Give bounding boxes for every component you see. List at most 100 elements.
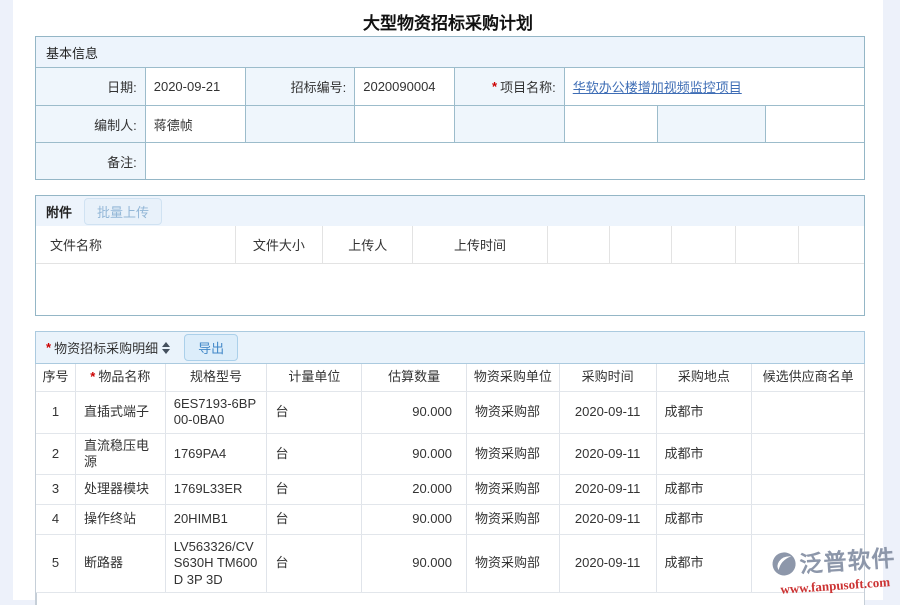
bid-no-value: 2020090004 (355, 68, 455, 105)
cell-unit: 台 (267, 535, 362, 592)
detail-table: 序号 * 物品名称 规格型号 计量单位 估算数量 物资采购单位 采购时间 采购地… (35, 364, 865, 605)
col-model: 规格型号 (166, 364, 268, 391)
creator-label: 编制人: (36, 106, 146, 142)
cell-model: 1769PA4 (166, 434, 268, 475)
cell-suppliers (752, 475, 864, 504)
cell-time: 2020-09-11 (560, 475, 657, 504)
remark-value (146, 143, 864, 179)
basic-info-row-1: 日期: 2020-09-21 招标编号: 2020090004 * 项目名称: … (36, 67, 864, 105)
col-empty (548, 226, 610, 263)
cell-seq: 5 (36, 535, 76, 592)
empty-label-cell (455, 106, 565, 142)
required-asterisk: * (90, 369, 95, 385)
col-upload-time: 上传时间 (413, 226, 548, 263)
batch-upload-button[interactable]: 批量上传 (84, 198, 162, 225)
sort-spinner-icon[interactable] (162, 342, 170, 354)
cell-place: 成都市 (657, 535, 753, 592)
cell-seq: 2 (36, 434, 76, 475)
detail-table-header: 序号 * 物品名称 规格型号 计量单位 估算数量 物资采购单位 采购时间 采购地… (36, 364, 864, 392)
table-row: 2 直流稳压电源 1769PA4 台 90.000 物资采购部 2020-09-… (36, 434, 864, 476)
cell-place: 成都市 (657, 475, 753, 504)
export-button[interactable]: 导出 (184, 334, 238, 361)
page-title: 大型物资招标采购计划 (13, 0, 883, 36)
col-empty (736, 226, 799, 263)
empty-value-cell (355, 106, 455, 142)
attachments-column-header: 文件名称 文件大小 上传人 上传时间 (36, 226, 864, 264)
cell-model: LV563326/CVS630H TM600D 3P 3D (166, 535, 268, 592)
col-file-size: 文件大小 (236, 226, 324, 263)
cell-suppliers (752, 392, 864, 433)
cell-seq: 1 (36, 392, 76, 433)
col-unit: 计量单位 (267, 364, 362, 391)
cell-place: 成都市 (657, 505, 753, 534)
table-row: 1 直插式端子 6ES7193-6BP00-0BA0 台 90.000 物资采购… (36, 392, 864, 434)
attachments-section: 附件 批量上传 文件名称 文件大小 上传人 上传时间 (35, 195, 865, 316)
col-purchase-unit: 物资采购单位 (467, 364, 560, 391)
col-file-name: 文件名称 (36, 226, 236, 263)
cell-qty: 90.000 (362, 392, 467, 433)
table-row: 4 操作终站 20HIMB1 台 90.000 物资采购部 2020-09-11… (36, 505, 864, 535)
project-name-link[interactable]: 华软办公楼增加视频监控项目 (573, 77, 742, 96)
cell-place: 成都市 (657, 392, 753, 433)
basic-info-header: 基本信息 (36, 37, 864, 67)
project-label: * 项目名称: (455, 68, 565, 105)
cell-purchase-unit: 物资采购部 (467, 535, 560, 592)
date-label: 日期: (36, 68, 146, 105)
cell-unit: 台 (267, 475, 362, 504)
attachments-header-bar: 附件 批量上传 (36, 196, 864, 226)
cell-time: 2020-09-11 (560, 392, 657, 433)
col-uploader: 上传人 (323, 226, 413, 263)
cell-purchase-unit: 物资采购部 (467, 475, 560, 504)
empty-value-cell (766, 106, 864, 142)
cell-time: 2020-09-11 (560, 505, 657, 534)
cell-item-name: 直插式端子 (76, 392, 166, 433)
empty-label-cell (246, 106, 356, 142)
cell-unit: 台 (267, 392, 362, 433)
col-item-name-text: 物品名称 (98, 369, 150, 385)
cell-purchase-unit: 物资采购部 (467, 505, 560, 534)
cell-unit: 台 (267, 505, 362, 534)
col-empty (610, 226, 673, 263)
cell-item-name: 处理器模块 (76, 475, 166, 504)
cell-qty: 20.000 (362, 475, 467, 504)
col-time: 采购时间 (560, 364, 657, 391)
project-value-cell: 华软办公楼增加视频监控项目 (565, 68, 864, 105)
table-row: 3 处理器模块 1769L33ER 台 20.000 物资采购部 2020-09… (36, 475, 864, 505)
bid-no-label: 招标编号: (246, 68, 356, 105)
col-place: 采购地点 (657, 364, 753, 391)
empty-value-cell (565, 106, 658, 142)
cell-seq: 3 (36, 475, 76, 504)
cell-purchase-unit: 物资采购部 (467, 392, 560, 433)
cell-unit: 台 (267, 434, 362, 475)
remark-label: 备注: (36, 143, 146, 179)
basic-info-row-2: 编制人: 蒋德帧 (36, 105, 864, 142)
cell-suppliers (752, 434, 864, 475)
col-suppliers: 候选供应商名单 (752, 364, 864, 391)
cell-item-name: 直流稳压电源 (76, 434, 166, 475)
attachments-title: 附件 (46, 202, 72, 221)
creator-value: 蒋德帧 (146, 106, 246, 142)
col-empty (799, 226, 864, 263)
sort-down-icon (162, 349, 170, 354)
content-panel: 大型物资招标采购计划 基本信息 日期: 2020-09-21 招标编号: 202… (13, 0, 883, 600)
cell-qty: 90.000 (362, 434, 467, 475)
cell-item-name: 操作终站 (76, 505, 166, 534)
col-item-name: * 物品名称 (76, 364, 166, 391)
detail-table-overflow (36, 593, 864, 605)
cell-time: 2020-09-11 (560, 434, 657, 475)
date-value: 2020-09-21 (146, 68, 246, 105)
required-asterisk: * (46, 340, 51, 355)
attachments-empty-body (36, 264, 864, 315)
required-asterisk: * (492, 79, 497, 94)
cell-place: 成都市 (657, 434, 753, 475)
cell-seq: 4 (36, 505, 76, 534)
cell-model: 6ES7193-6BP00-0BA0 (166, 392, 268, 433)
cell-time: 2020-09-11 (560, 535, 657, 592)
table-row: 5 断路器 LV563326/CVS630H TM600D 3P 3D 台 90… (36, 535, 864, 593)
col-empty (672, 226, 736, 263)
detail-title: 物资招标采购明细 (54, 338, 158, 357)
basic-info-row-3: 备注: (36, 142, 864, 179)
cell-suppliers (752, 505, 864, 534)
sort-up-icon (162, 342, 170, 347)
project-label-text: 项目名称: (500, 77, 556, 96)
